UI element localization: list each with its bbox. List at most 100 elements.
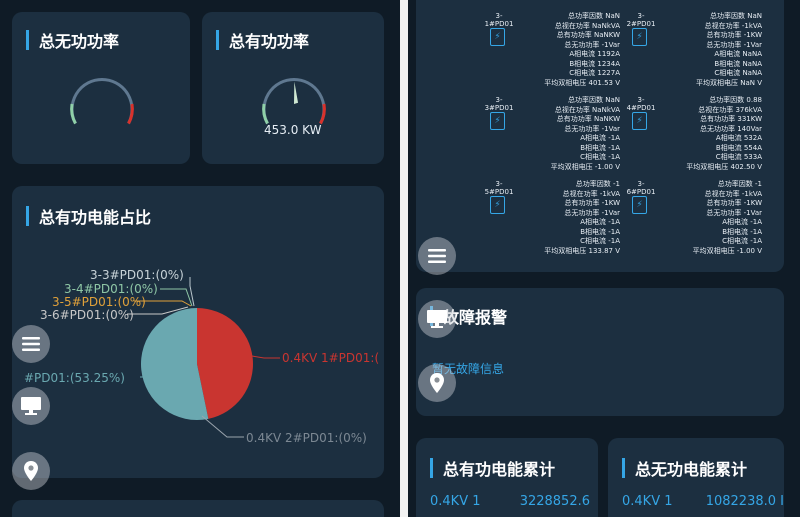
lightning-icon: ⚡ <box>490 28 505 46</box>
menu-icon <box>428 249 446 263</box>
left-pane: 总无功功率 总有功功率 453.0 KW 总有功电能占比 3-3#PD01:(0… <box>0 0 400 517</box>
location-button[interactable] <box>12 452 50 490</box>
device-reading: 平均双相电压 133.87 V <box>544 246 620 255</box>
device-reading: A相电流 1192A <box>569 50 620 58</box>
device-reading: 平均双相电压 -1.00 V <box>550 162 620 171</box>
next-card <box>12 500 384 517</box>
device-reading: 总视在功率 -1kVA <box>704 21 762 30</box>
device-reading: A相电流 -1A <box>722 218 762 226</box>
monitor-button[interactable] <box>12 387 50 425</box>
reactive-energy-row: 0.4KV 1 1082238.0 I <box>622 494 784 509</box>
device-grid-card: 3-1#PD01 ⚡ 总功率因数 NaN 总视在功率 NaNkVA 总有功功率 … <box>416 0 784 272</box>
reactive-power-gauge <box>70 77 134 125</box>
location-pin-icon <box>24 461 38 481</box>
device-readings: 总功率因数 NaN 总视在功率 NaNkVA 总有功功率 NaNKW 总无功功率… <box>520 96 620 172</box>
reactive-energy-label: 0.4KV 1 <box>622 494 673 509</box>
device-readings: 总功率因数 NaN 总视在功率 NaNkVA 总有功功率 NaNKW 总无功功率… <box>520 12 620 88</box>
lightning-icon: ⚡ <box>632 196 647 214</box>
device-reading: 总无功功率 -1Var <box>564 40 620 49</box>
card-title: 总有功功率 <box>216 28 309 52</box>
title-accent-bar <box>26 30 29 50</box>
reactive-energy-title: 总无功电能累计 <box>635 460 748 479</box>
device-reading: A相电流 NaNA <box>714 50 762 58</box>
active-energy-card: 总有功电能累计 0.4KV 1 3228852.6 <box>416 438 598 517</box>
lightning-icon: ⚡ <box>490 112 505 130</box>
reactive-power-card: 总无功功率 <box>12 12 190 164</box>
device-reading: 总有功功率 NaNKW <box>556 31 620 39</box>
device-reading: C相电流 1227A <box>569 69 620 77</box>
device-reading: B相电流 -1A <box>580 143 620 152</box>
device-reading: C相电流 NaNA <box>714 69 762 77</box>
active-power-value: 453.0 KW <box>264 123 322 137</box>
device-reading: C相电流 -1A <box>722 237 762 245</box>
reactive-energy-card: 总无功电能累计 0.4KV 1 1082238.0 I <box>608 438 784 517</box>
right-pane: 3-1#PD01 ⚡ 总功率因数 NaN 总视在功率 NaNkVA 总有功功率 … <box>408 0 800 517</box>
device-reading: 总视在功率 376kVA <box>698 105 762 114</box>
device-reading: 总有功功率 -1KW <box>564 199 620 207</box>
lightning-icon: ⚡ <box>490 196 505 214</box>
device-reading: 平均双相电压 -1.00 V <box>692 246 762 255</box>
pie-slice-1[interactable] <box>197 308 254 419</box>
active-energy-value: 3228852.6 <box>519 494 590 509</box>
lightning-icon: ⚡ <box>632 112 647 130</box>
device-reading: 总视在功率 -1kVA <box>562 189 620 198</box>
fault-alarm-card: 故障报警 暂无故障信息 <box>416 288 784 416</box>
device-reading: A相电流 -1A <box>580 218 620 226</box>
monitor-button[interactable] <box>418 300 456 338</box>
device-reading: B相电流 -1A <box>580 227 620 236</box>
title-accent-bar <box>216 30 219 50</box>
device-reading: 总功率因数 0.88 <box>709 96 762 104</box>
device-reading: 平均双相电压 402.50 V <box>686 162 762 171</box>
device-reading: 总无功功率 -1Var <box>706 40 762 49</box>
device-reading: 平均双相电压 NaN V <box>695 78 762 87</box>
device-reading: 总无功功率 -1Var <box>564 124 620 133</box>
device-reading: 总无功功率 -1Var <box>564 208 620 217</box>
device-reading: 总视在功率 NaNkVA <box>554 105 620 114</box>
device-3-6[interactable]: 3-6#PD01 ⚡ 总功率因数 -1 总视在功率 -1kVA 总有功功率 -1… <box>624 180 800 260</box>
device-readings: 总功率因数 0.88 总视在功率 376kVA 总有功功率 331KW 总无功功… <box>662 96 762 172</box>
pie-label-3-4: 3-4#PD01:(0%) <box>64 282 158 296</box>
active-energy-title: 总有功电能累计 <box>443 460 556 479</box>
device-reading: A相电流 -1A <box>580 134 620 142</box>
device-name: 3-6#PD01 <box>626 180 656 196</box>
pie-label-3-5: 3-5#PD01:(0%) <box>52 295 146 309</box>
device-reading: A相电流 532A <box>715 134 762 142</box>
device-3-2[interactable]: 3-2#PD01 ⚡ 总功率因数 NaN 总视在功率 -1kVA 总有功功率 -… <box>624 12 800 92</box>
device-reading: 总有功功率 -1KW <box>706 199 762 207</box>
gauge-needle <box>294 81 299 104</box>
device-reading: C相电流 -1A <box>580 237 620 245</box>
card-title: 总无功功率 <box>26 28 119 52</box>
title-accent-bar <box>622 458 625 478</box>
device-reading: 总视在功率 NaNkVA <box>554 21 620 30</box>
device-3-4[interactable]: 3-4#PD01 ⚡ 总功率因数 0.88 总视在功率 376kVA 总有功功率… <box>624 96 800 176</box>
device-name: 3-5#PD01 <box>484 180 514 196</box>
device-reading: B相电流 NaNA <box>714 59 762 68</box>
device-reading: 总功率因数 NaN <box>568 96 620 104</box>
device-reading: 平均双相电压 401.53 V <box>544 78 620 87</box>
energy-share-card: 总有功电能占比 3-3#PD01:(0%) 3-4#PD01:(0%) 3-5#… <box>12 186 384 478</box>
active-power-title: 总有功功率 <box>229 32 310 51</box>
menu-button[interactable] <box>12 325 50 363</box>
device-name: 3-4#PD01 <box>626 96 656 112</box>
menu-icon <box>22 337 40 351</box>
pie-label-0-4kv-2: 0.4KV 2#PD01:(0%) <box>246 431 367 445</box>
device-reading: C相电流 533A <box>715 153 762 161</box>
device-reading: 总有功功率 NaNKW <box>556 115 620 123</box>
pane-divider <box>400 0 408 517</box>
monitor-icon <box>21 397 41 415</box>
reactive-energy-value: 1082238.0 I <box>705 494 784 509</box>
location-button[interactable] <box>418 364 456 402</box>
menu-button[interactable] <box>418 237 456 275</box>
device-reading: 总视在功率 -1kVA <box>704 189 762 198</box>
active-energy-label: 0.4KV 1 <box>430 494 481 509</box>
device-reading: 总无功功率 -1Var <box>706 208 762 217</box>
device-reading: 总有功功率 331KW <box>700 115 762 123</box>
device-name: 3-3#PD01 <box>484 96 514 112</box>
card-title: 总有功电能累计 <box>430 456 555 480</box>
lightning-icon: ⚡ <box>632 28 647 46</box>
reactive-power-title: 总无功功率 <box>39 32 120 51</box>
device-reading: 总功率因数 -1 <box>575 180 620 188</box>
device-name: 3-1#PD01 <box>484 12 514 28</box>
active-power-card: 总有功功率 453.0 KW <box>202 12 384 164</box>
title-accent-bar <box>430 458 433 478</box>
